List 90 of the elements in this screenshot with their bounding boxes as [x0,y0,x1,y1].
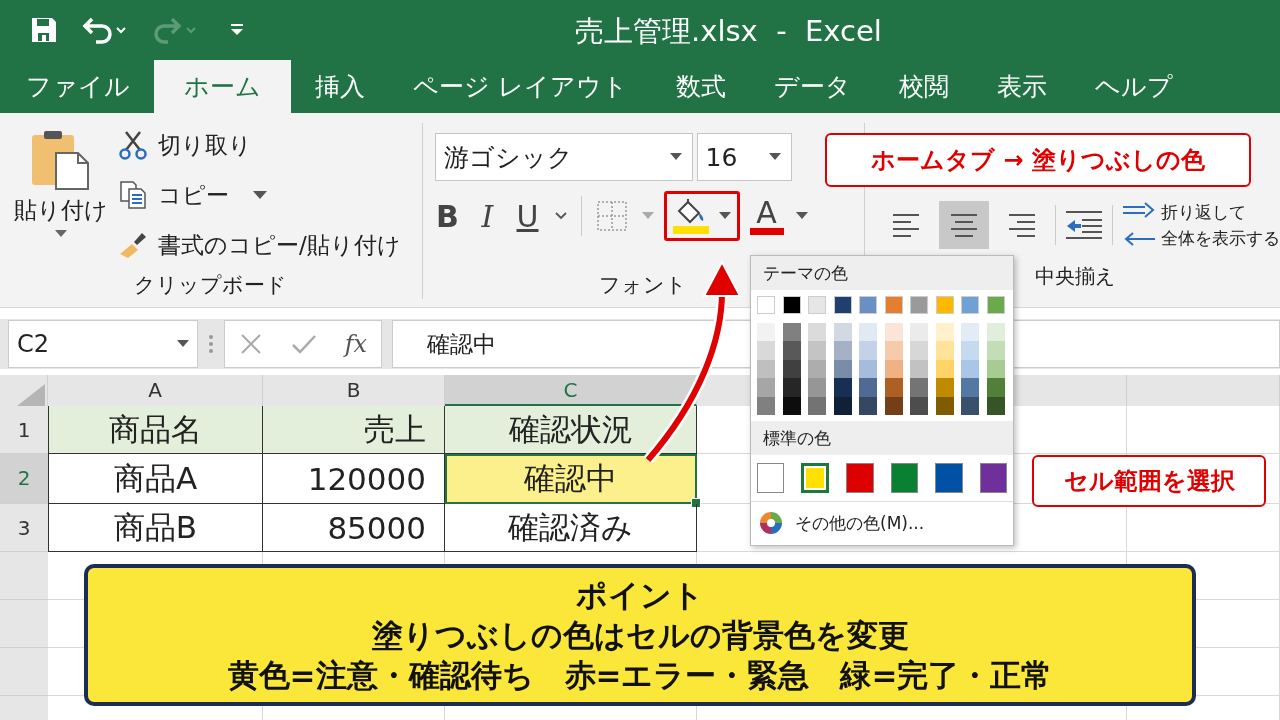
caret-icon [177,340,189,348]
cancel-icon[interactable] [238,332,263,356]
ribbon-tab[interactable]: データ [749,60,875,113]
color-swatch[interactable] [935,463,963,493]
name-box[interactable]: C2 [8,320,198,368]
color-shade-column[interactable] [961,323,979,415]
table-cell: 商品A [48,454,263,504]
copy-button[interactable]: コピー [118,173,401,217]
grip-icon [208,333,214,355]
decrease-indent-icon[interactable] [1064,210,1104,240]
color-shade-column[interactable] [935,323,954,415]
align-left-icon [891,211,921,239]
callout-label: ホームタブ → 塗りつぶしの色 [825,133,1251,187]
align-right-icon [1007,211,1037,239]
caret-icon [795,212,808,220]
ribbon-tab[interactable]: 校閲 [874,60,973,113]
color-swatch[interactable] [890,463,919,493]
copy-icon [118,180,148,210]
color-shade-column[interactable] [757,323,775,415]
wrap-text-button[interactable]: 折り返して 全体を表示する [1121,199,1280,251]
row-header[interactable]: 1 [0,406,48,454]
column-header[interactable]: A [48,375,263,406]
color-shade-column[interactable] [910,323,928,415]
callout-label: セル範囲を選択 [1032,455,1266,507]
row-header[interactable]: 3 [0,504,48,552]
table-cell: 85000 [263,504,445,552]
group-label: クリップボード [134,272,288,299]
format-painter-button[interactable]: 書式のコピー/貼り付け [118,223,401,267]
color-swatch[interactable] [757,463,785,493]
undo-icon[interactable] [82,16,128,44]
caret-icon [253,190,267,200]
color-shade-column[interactable] [884,323,903,415]
color-swatch[interactable] [801,463,830,493]
table-cell: 確認状況 [445,406,697,454]
color-swatch[interactable] [979,463,1007,493]
color-shade-column[interactable] [808,323,826,415]
caret-icon [718,212,731,220]
caret-icon [669,153,682,161]
color-shade-column[interactable] [782,323,801,415]
fill-color-button[interactable] [672,198,731,234]
font-color-button[interactable]: A [749,197,808,235]
font-name-dropdown[interactable]: 游ゴシック [434,133,693,181]
tip-title: ポイント [576,576,704,615]
paste-button[interactable]: 貼り付け [14,123,108,267]
clipboard-icon [30,129,92,191]
italic-button[interactable]: I [474,198,501,234]
column-header[interactable]: C [445,375,697,406]
font-size-dropdown[interactable]: 16 [696,133,792,181]
ribbon-tab[interactable]: ページ レイアウト [389,60,652,113]
scissors-icon [118,130,148,160]
caret-icon [768,153,781,161]
save-icon[interactable] [30,16,58,44]
cut-button[interactable]: 切り取り [118,123,401,167]
wrap-text-icon [1121,201,1157,249]
color-shade-column[interactable] [986,323,1005,415]
align-center-icon [949,211,979,239]
section-heading: 標準の色 [751,421,1013,455]
paintbrush-icon [118,230,148,260]
borders-icon[interactable] [595,200,628,232]
table-cell: 商品名 [48,406,263,454]
column-header[interactable]: B [263,375,445,406]
customize-icon[interactable] [230,23,244,37]
underline-button[interactable]: U [514,198,541,234]
bold-button[interactable]: B [434,198,461,234]
tip-text: 塗りつぶしの色はセルの背景色を変更 [371,616,909,655]
ribbon-tab[interactable]: 挿入 [291,60,389,113]
color-swatch[interactable] [846,463,874,493]
row-header[interactable]: 2 [0,454,48,504]
align-center-button[interactable] [939,201,989,249]
color-shade-column[interactable] [833,323,852,415]
window-title: 売上管理.xlsx - Excel [575,13,882,50]
center-align-label: 中央揃え [1035,263,1115,290]
color-wheel-icon [759,511,783,535]
ribbon-tab[interactable]: ホーム [154,60,291,113]
section-heading: テーマの色 [751,256,1013,290]
ribbon-tab[interactable]: 数式 [651,60,750,113]
ribbon-tab[interactable]: ヘルプ [1070,60,1197,113]
table-cell: 売上 [263,406,445,454]
checkmark-icon[interactable] [290,333,317,355]
table-cell: 商品B [48,504,263,552]
more-colors-item[interactable]: その他の色(M)... [751,501,1013,544]
caret-icon[interactable] [554,212,567,220]
ribbon-tab[interactable]: ファイル [2,60,154,113]
group-label: フォント [599,272,688,299]
ribbon-tab[interactable]: 表示 [972,60,1071,113]
table-cell: 確認済み [445,504,697,552]
tip-text: 黄色=注意・確認待ち 赤=エラー・緊急 緑=完了・正常 [227,656,1053,695]
caret-icon [55,230,67,238]
color-shade-column[interactable] [859,323,877,415]
insert-function-button[interactable]: fx [344,330,368,358]
